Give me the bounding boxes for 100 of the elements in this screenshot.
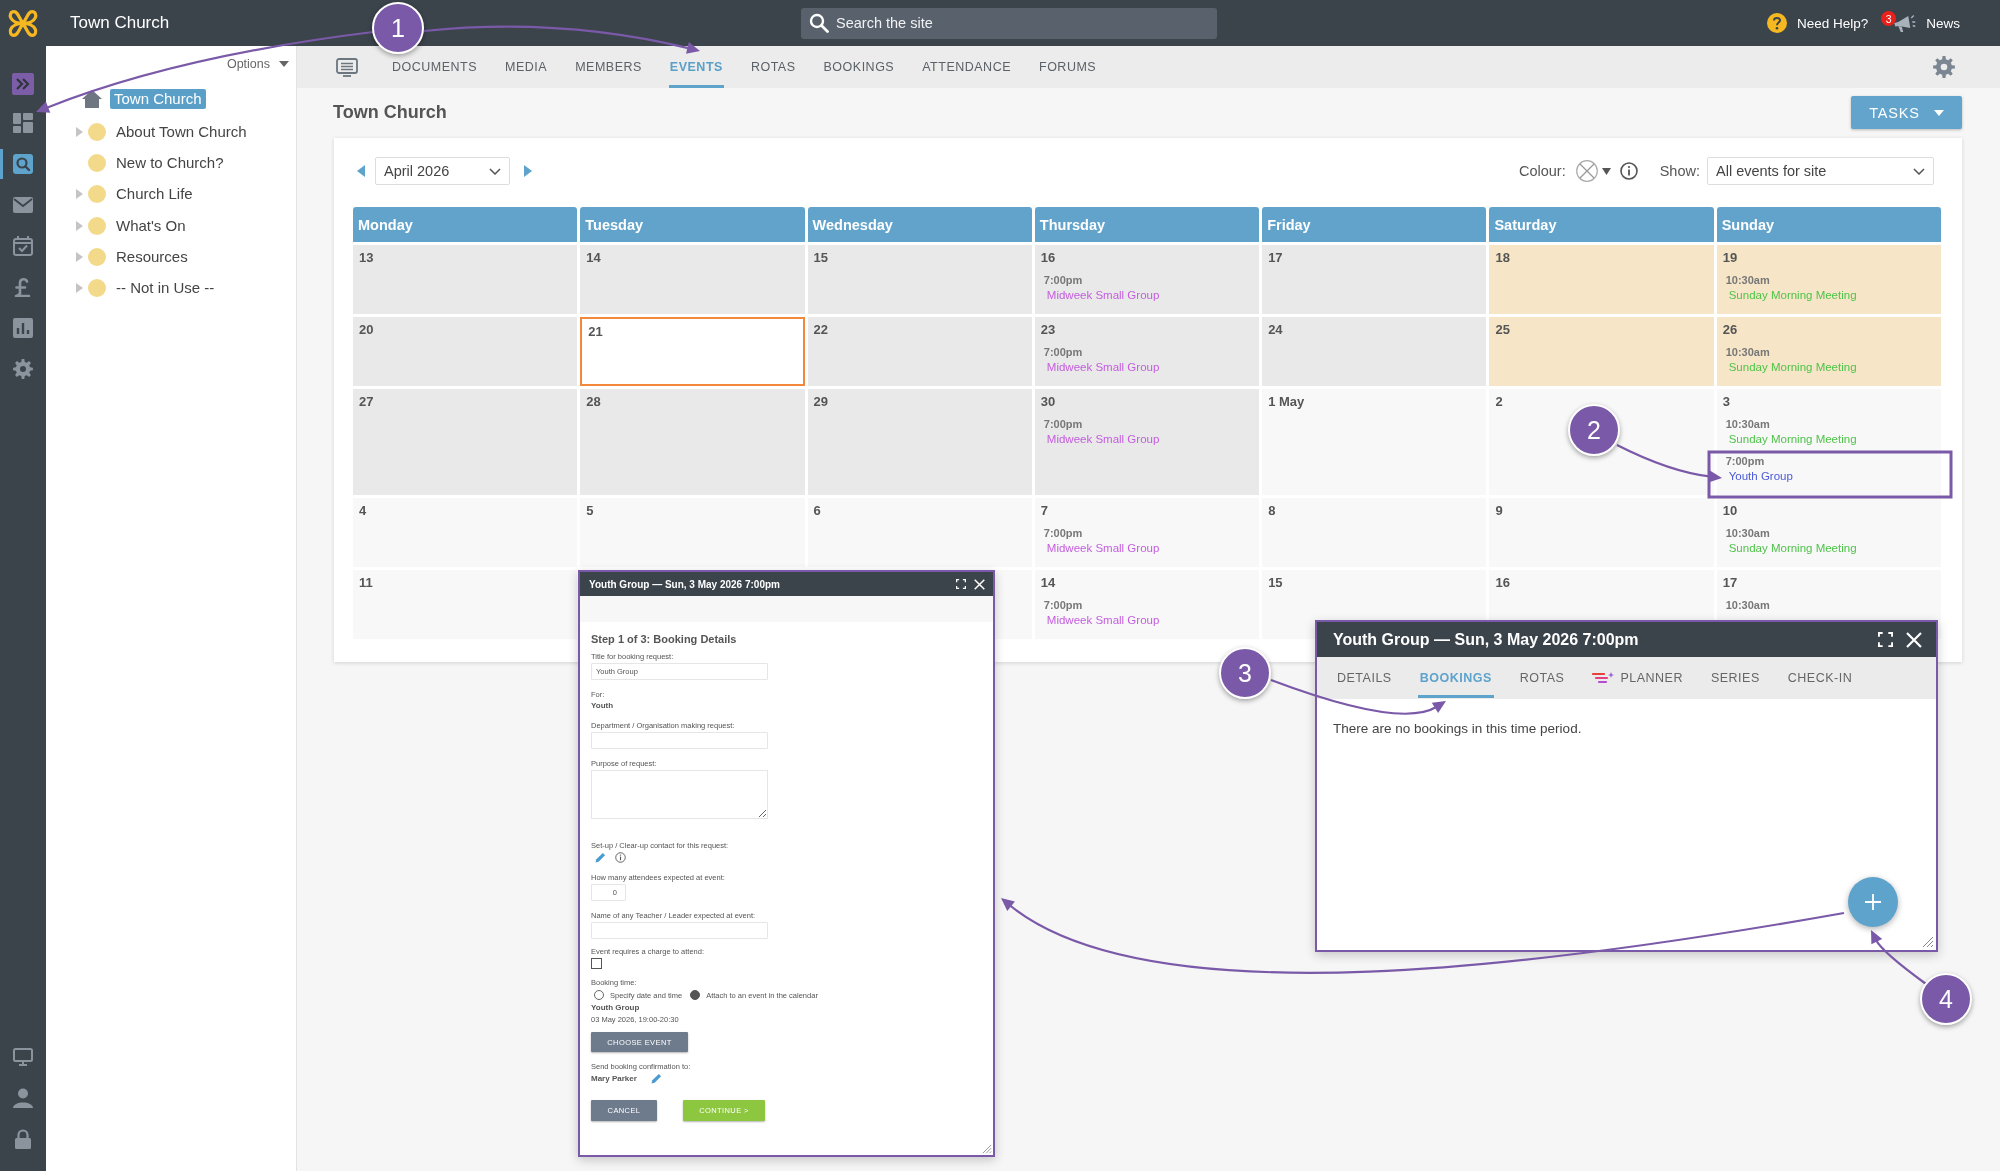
caret-right-icon[interactable] <box>76 189 83 200</box>
speed-lines-icon <box>1592 672 1615 684</box>
date-label: 22 <box>813 321 829 339</box>
news-link[interactable]: News <box>1926 15 1960 31</box>
megaphone-icon[interactable] <box>1893 13 1917 33</box>
caret-right-icon[interactable] <box>76 251 83 262</box>
radio-button[interactable] <box>594 990 604 1000</box>
help-link[interactable]: Need Help? <box>1796 15 1869 31</box>
fullscreen-icon[interactable] <box>956 579 966 589</box>
close-icon[interactable] <box>974 578 985 590</box>
textarea-field[interactable] <box>591 770 768 819</box>
dialog-tab[interactable]: PLANNER <box>1578 657 1697 699</box>
checkbox[interactable] <box>591 958 602 969</box>
show-label: Show: <box>1659 163 1700 179</box>
person-icon[interactable] <box>13 1088 33 1108</box>
date-label: 14 <box>1040 574 1056 592</box>
dialog-tab[interactable]: SERIES <box>1696 657 1774 699</box>
double-chevron-icon[interactable] <box>12 73 34 95</box>
recipient-name: Mary Parker <box>591 1073 637 1084</box>
event-time: 10:30am <box>1725 345 1770 360</box>
logo-icon[interactable] <box>8 9 38 37</box>
add-button[interactable] <box>1848 877 1898 927</box>
event-time: 10:30am <box>1725 526 1770 541</box>
tree-item[interactable]: Resources <box>116 247 188 266</box>
dialog-tab[interactable]: ROTAS <box>1505 657 1579 699</box>
day-header: Monday <box>353 207 578 242</box>
caret-right-icon[interactable] <box>76 283 83 294</box>
lock-icon[interactable] <box>13 1129 33 1149</box>
resize-grip-icon[interactable] <box>982 1144 992 1154</box>
tree-item[interactable]: -- Not in Use -- <box>116 279 215 298</box>
tree-item[interactable]: New to Church? <box>116 153 224 172</box>
nav-tab[interactable]: ATTENDANCE <box>908 46 1025 88</box>
nav-tab[interactable]: MEDIA <box>491 46 562 88</box>
caret-down-icon[interactable] <box>1601 167 1611 175</box>
date-label: 4 <box>359 502 367 520</box>
date-label: 9 <box>1495 502 1503 520</box>
event-title[interactable]: Midweek Small Group <box>1046 360 1160 375</box>
colour-label: Colour: <box>1518 163 1566 179</box>
search-field[interactable]: Search the site <box>801 7 1217 39</box>
monitor-icon[interactable] <box>13 1048 33 1066</box>
day-header: Thursday <box>1034 207 1260 242</box>
event-title[interactable]: Midweek Small Group <box>1046 432 1160 447</box>
mail-icon[interactable] <box>13 197 33 213</box>
page-dot-icon <box>88 185 106 204</box>
search-icon[interactable] <box>13 154 33 174</box>
calendar-check-icon[interactable] <box>13 236 33 256</box>
tree-item[interactable]: What's On <box>116 216 186 235</box>
pencil-icon[interactable] <box>595 852 606 863</box>
info-icon[interactable] <box>1619 162 1638 180</box>
nav-tab[interactable]: ROTAS <box>736 46 810 88</box>
bar-chart-icon[interactable] <box>13 318 33 338</box>
dialog-tab[interactable]: CHECK-IN <box>1773 657 1867 699</box>
plus-icon <box>1865 894 1881 910</box>
info-icon[interactable] <box>615 852 626 863</box>
dashboard-icon[interactable] <box>13 113 33 133</box>
caret-left-icon[interactable] <box>357 165 365 177</box>
dialog-tab[interactable]: DETAILS <box>1323 657 1406 699</box>
settings-icon[interactable] <box>1933 56 1955 78</box>
page-title: Town Church <box>333 102 447 123</box>
tasks-button[interactable]: TASKS <box>1851 96 1962 129</box>
settings-icon[interactable] <box>13 359 33 379</box>
notification-count: 3 <box>1881 11 1897 26</box>
nav-tab[interactable]: BOOKINGS <box>809 46 909 88</box>
month-select[interactable]: April 2026 <box>375 157 510 185</box>
resize-grip-icon[interactable] <box>1922 936 1934 948</box>
page-dot-icon <box>88 279 106 298</box>
search-icon[interactable] <box>809 13 829 33</box>
input-field[interactable] <box>591 732 768 749</box>
tree-item[interactable]: Church Life <box>116 185 193 204</box>
nav-tab[interactable]: MEMBERS <box>561 46 656 88</box>
step-heading: Step 1 of 3: Booking Details <box>591 632 737 646</box>
caret-down-icon[interactable] <box>279 61 289 67</box>
event-title[interactable]: Youth Group <box>1728 469 1793 484</box>
chevron-down-icon[interactable] <box>1913 167 1925 175</box>
help-icon[interactable] <box>1766 13 1787 33</box>
date-label: 5 <box>586 502 594 520</box>
chevron-down-icon[interactable] <box>489 167 501 175</box>
event-title[interactable]: Midweek Small Group <box>1046 613 1160 628</box>
tree-item[interactable]: About Town Church <box>116 122 247 141</box>
caret-right-icon[interactable] <box>76 126 83 137</box>
day-header: Sunday <box>1716 207 1941 242</box>
input-field[interactable] <box>591 922 768 939</box>
date-label: 29 <box>813 393 829 411</box>
page-dot-icon <box>88 247 106 266</box>
pencil-icon[interactable] <box>650 1073 662 1084</box>
options-menu[interactable]: Options <box>226 57 289 71</box>
nav-tab[interactable]: FORUMS <box>1025 46 1111 88</box>
pound-sign-icon[interactable] <box>14 277 32 297</box>
caret-right-icon[interactable] <box>76 220 83 231</box>
caret-right-icon[interactable] <box>524 165 532 177</box>
event-title[interactable]: Midweek Small Group <box>1046 541 1160 556</box>
radio-button[interactable] <box>690 990 701 1000</box>
events-filter-select[interactable]: All events for site <box>1707 157 1934 185</box>
event-title[interactable]: Midweek Small Group <box>1046 288 1160 303</box>
date-label: 15 <box>813 249 829 267</box>
close-icon[interactable] <box>1906 631 1922 648</box>
house-icon[interactable] <box>82 90 102 108</box>
fullscreen-icon[interactable] <box>1878 632 1893 647</box>
list-icon[interactable] <box>336 57 358 77</box>
tree-item[interactable]: Town Church <box>110 89 206 109</box>
